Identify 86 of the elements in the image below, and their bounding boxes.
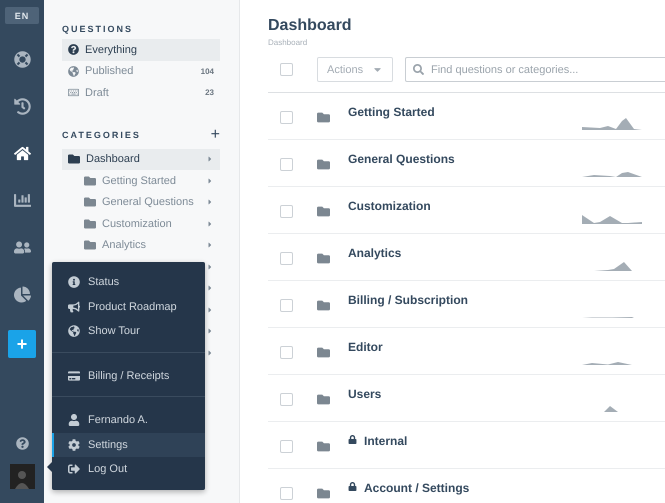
row-checkbox[interactable] bbox=[280, 204, 293, 218]
info-icon bbox=[68, 276, 80, 288]
category-title[interactable]: Customization bbox=[348, 199, 431, 213]
count: 23 bbox=[205, 88, 214, 98]
menu-item[interactable]: Log Out bbox=[52, 457, 205, 482]
menu-item[interactable]: Show Tour bbox=[52, 319, 205, 344]
sparkline bbox=[582, 362, 632, 365]
section-heading: CATEGORIES bbox=[62, 130, 141, 140]
question-filter[interactable]: Published 104 bbox=[62, 60, 220, 82]
avatar[interactable] bbox=[10, 464, 34, 489]
folder-icon bbox=[84, 239, 96, 252]
select-all-checkbox[interactable] bbox=[280, 63, 293, 76]
folder-icon bbox=[317, 204, 330, 218]
language-button[interactable]: EN bbox=[5, 7, 39, 24]
row-checkbox[interactable] bbox=[280, 252, 293, 264]
globe-icon bbox=[68, 325, 80, 338]
folder-icon bbox=[68, 153, 80, 166]
folder-icon bbox=[317, 346, 330, 358]
caret-icon[interactable] bbox=[206, 220, 214, 228]
lifebuoy-icon[interactable] bbox=[14, 51, 30, 68]
row-checkbox[interactable] bbox=[280, 440, 293, 452]
row-checkbox[interactable] bbox=[280, 392, 293, 406]
settings-icon bbox=[68, 438, 80, 451]
sparkline bbox=[582, 118, 642, 130]
caret-icon[interactable] bbox=[206, 198, 214, 206]
bar-chart-icon[interactable] bbox=[14, 192, 30, 209]
caret-icon[interactable] bbox=[206, 176, 214, 185]
help-icon[interactable] bbox=[16, 437, 28, 450]
folder-icon bbox=[317, 486, 330, 500]
folder-icon bbox=[317, 252, 330, 264]
category-item[interactable]: Dashboard bbox=[62, 148, 220, 170]
caret-icon[interactable] bbox=[206, 348, 214, 357]
section-heading: QUESTIONS bbox=[62, 24, 134, 34]
caret-icon[interactable] bbox=[206, 327, 214, 336]
folder-icon bbox=[317, 392, 330, 406]
sparkline bbox=[604, 406, 618, 412]
category-title[interactable]: Account / Settings bbox=[364, 481, 470, 495]
folder-icon bbox=[84, 174, 96, 187]
credit-card-icon bbox=[68, 370, 80, 382]
caret-icon[interactable] bbox=[206, 241, 214, 250]
search-icon bbox=[413, 64, 424, 75]
sparkline bbox=[582, 172, 642, 177]
home-icon[interactable] bbox=[14, 145, 30, 162]
category-title[interactable]: Editor bbox=[348, 340, 383, 354]
row-checkbox[interactable] bbox=[280, 110, 293, 124]
row-checkbox[interactable] bbox=[280, 298, 293, 312]
globe-icon bbox=[68, 66, 79, 77]
add-category-button[interactable]: + bbox=[210, 126, 220, 144]
logout-icon bbox=[68, 463, 80, 476]
keyboard-icon bbox=[68, 87, 79, 98]
search-field[interactable]: Find questions or categories... bbox=[405, 57, 665, 82]
folder-icon bbox=[317, 110, 330, 124]
folder-icon bbox=[317, 158, 330, 170]
category-title[interactable]: Getting Started bbox=[348, 105, 435, 119]
users-icon[interactable] bbox=[14, 239, 30, 256]
count: 104 bbox=[200, 66, 214, 76]
menu-item[interactable]: Settings bbox=[52, 432, 205, 457]
caret-icon[interactable] bbox=[206, 284, 214, 292]
question-icon bbox=[68, 44, 79, 56]
category-title[interactable]: Users bbox=[348, 387, 382, 401]
row-checkbox[interactable] bbox=[280, 346, 293, 358]
megaphone-icon bbox=[68, 300, 80, 313]
row-checkbox[interactable] bbox=[280, 486, 293, 500]
caret-icon[interactable] bbox=[206, 155, 214, 164]
category-title[interactable]: Analytics bbox=[348, 246, 402, 260]
folder-icon bbox=[84, 218, 96, 230]
caret-icon[interactable] bbox=[206, 262, 214, 271]
sparkline bbox=[582, 215, 642, 224]
category-title[interactable]: General Questions bbox=[348, 152, 455, 166]
history-icon[interactable] bbox=[14, 98, 30, 115]
question-filter[interactable]: Draft 23 bbox=[62, 82, 220, 104]
question-filter[interactable]: Everything bbox=[62, 39, 220, 60]
row-checkbox[interactable] bbox=[280, 158, 293, 170]
menu-item[interactable]: Fernando A. bbox=[52, 408, 205, 432]
menu-item[interactable]: Product Roadmap bbox=[52, 294, 205, 319]
menu-item[interactable]: Billing / Receipts bbox=[52, 364, 205, 388]
page-title: Dashboard bbox=[268, 17, 353, 35]
folder-icon bbox=[317, 440, 330, 452]
category-title[interactable]: Internal bbox=[364, 434, 408, 448]
user-icon bbox=[68, 414, 80, 426]
caret-icon[interactable] bbox=[206, 306, 214, 314]
pie-chart-icon[interactable] bbox=[14, 286, 30, 303]
folder-icon bbox=[317, 298, 330, 312]
menu-item[interactable]: Status bbox=[52, 270, 205, 294]
folder-icon bbox=[84, 196, 96, 208]
category-title[interactable]: Billing / Subscription bbox=[348, 293, 468, 307]
